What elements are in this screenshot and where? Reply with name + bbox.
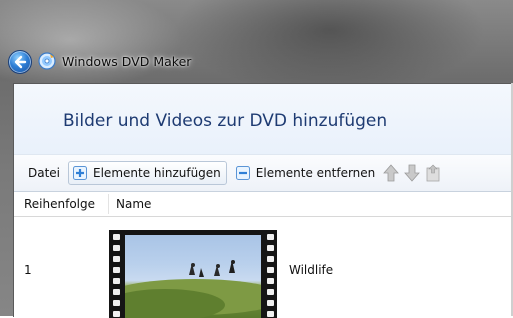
disc-options-icon[interactable] [424, 163, 442, 183]
row-order: 1 [24, 263, 32, 277]
add-items-icon [72, 165, 88, 181]
wildlife-image [125, 235, 261, 318]
window-title: Windows DVD Maker [62, 54, 192, 69]
add-items-button[interactable]: Elemente hinzufügen [68, 161, 227, 185]
dvd-maker-icon [37, 51, 57, 71]
column-header-name[interactable]: Name [116, 197, 151, 211]
toolbar: Datei Elemente hinzufügen Elemente entfe… [14, 155, 513, 192]
dvd-maker-client-area: Bilder und Videos zur DVD hinzufügen Dat… [13, 83, 513, 318]
video-thumbnail[interactable] [109, 230, 277, 318]
column-divider[interactable] [108, 194, 109, 214]
film-perforations-right [267, 234, 275, 318]
table-row[interactable]: 1 Wildlife [14, 218, 513, 318]
add-items-label: Elemente hinzufügen [93, 166, 221, 180]
film-perforations-left [113, 234, 121, 318]
move-up-icon[interactable] [382, 163, 400, 183]
back-arrow-icon[interactable] [8, 50, 32, 74]
page-title: Bilder und Videos zur DVD hinzufügen [63, 111, 388, 131]
title-bar: Windows DVD Maker [0, 44, 513, 80]
column-headers: Reihenfolge Name [14, 192, 513, 217]
move-down-icon[interactable] [403, 163, 421, 183]
row-name: Wildlife [289, 263, 334, 277]
remove-items-button[interactable]: Elemente entfernen [231, 161, 380, 185]
column-header-order[interactable]: Reihenfolge [24, 197, 95, 211]
page-header: Bilder und Videos zur DVD hinzufügen [14, 84, 513, 155]
remove-items-icon [235, 165, 251, 181]
file-menu[interactable]: Datei [24, 161, 64, 185]
remove-items-label: Elemente entfernen [255, 166, 376, 180]
